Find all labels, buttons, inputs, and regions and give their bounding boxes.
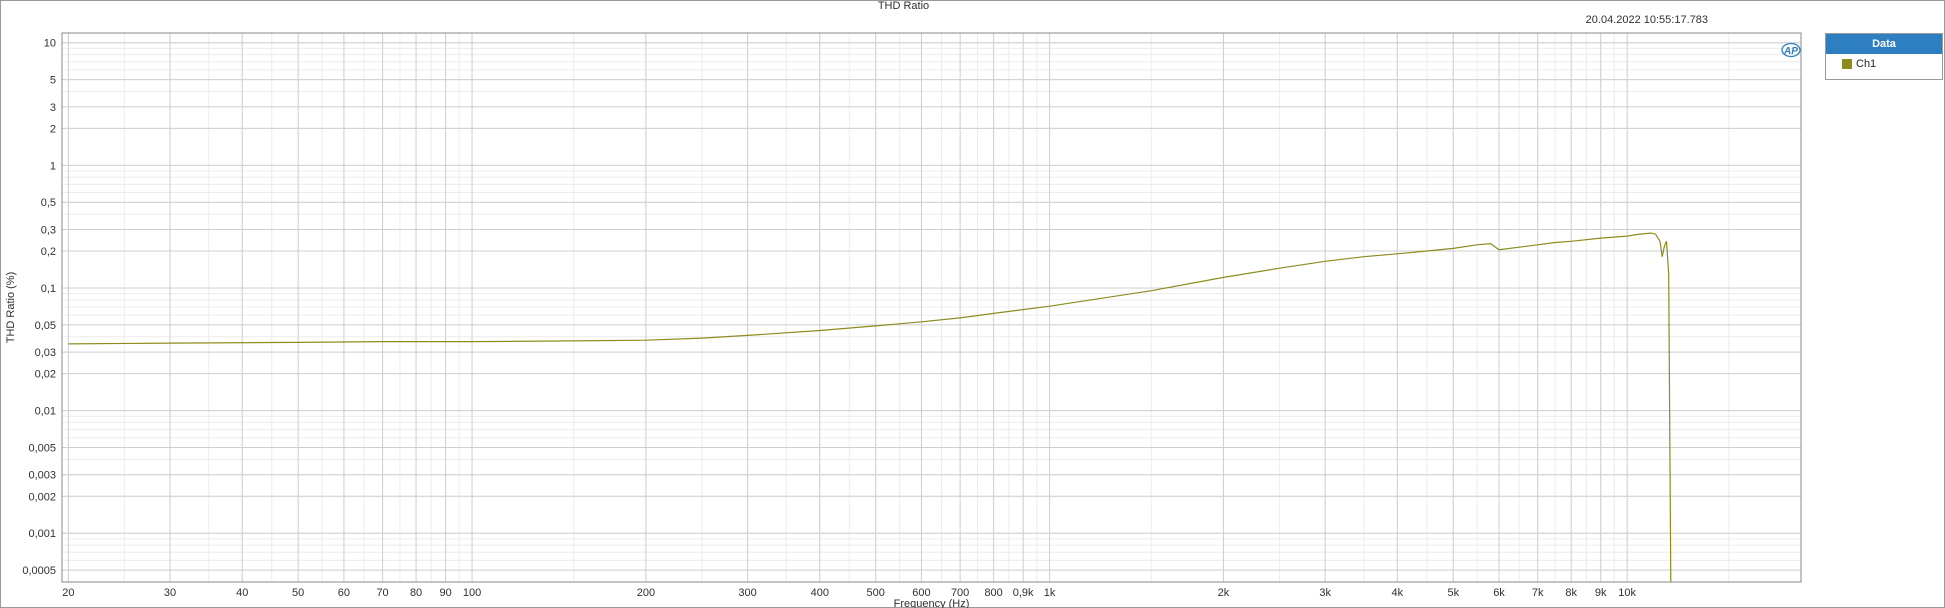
y-tick-label: 0,005 (28, 442, 56, 454)
y-tick-label: 10 (44, 38, 56, 50)
x-tick-label: 50 (292, 587, 304, 599)
y-tick-label: 1 (50, 160, 56, 172)
x-tick-label: 90 (439, 587, 451, 599)
y-tick-label: 3 (50, 102, 56, 114)
y-tick-labels: 10 5 3 2 1 0,5 0,3 0,2 0,1 0,05 0,03 0,02 0,01 0,005 0… (22, 38, 56, 577)
x-tick-label: 10k (1618, 587, 1636, 599)
y-tick-label: 2 (50, 123, 56, 135)
x-tick-label: 30 (164, 587, 176, 599)
x-tick-label: 2k (1218, 587, 1230, 599)
ap-logo-icon: AP (1781, 42, 1801, 58)
y-tick-label: 0,05 (35, 320, 56, 332)
series-line-ch1 (68, 232, 1672, 583)
y-tick-label: 0,1 (41, 283, 56, 295)
x-tick-label: 60 (338, 587, 350, 599)
x-tick-label: 300 (738, 587, 756, 599)
x-tick-label: 400 (811, 587, 829, 599)
y-tick-label: 0,2 (41, 246, 56, 258)
legend-item-label: Ch1 (1856, 58, 1877, 70)
legend-swatch (1842, 59, 1852, 69)
x-tick-label: 4k (1391, 587, 1403, 599)
y-tick-label: 0,002 (28, 491, 56, 503)
x-tick-label: 7k (1532, 587, 1544, 599)
x-tick-label: 9k (1595, 587, 1607, 599)
y-tick-label: 0,3 (41, 224, 56, 236)
series-layer (68, 232, 1672, 583)
x-tick-label: 800 (984, 587, 1002, 599)
y-tick-label: 0,001 (28, 528, 56, 540)
x-tick-label: 3k (1319, 587, 1331, 599)
y-tick-label: 0,5 (41, 197, 56, 209)
legend-item-ch1[interactable]: Ch1 (1826, 54, 1942, 74)
plot-border (61, 32, 1802, 583)
plot-area: 20 30 40 50 60 70 80 90 100 200 300 400 500 600 700 800… (5, 32, 1802, 608)
x-tick-label: 8k (1565, 587, 1577, 599)
x-tick-label: 6k (1493, 587, 1505, 599)
x-tick-label: 70 (376, 587, 388, 599)
y-tick-label: 0,03 (35, 347, 56, 359)
y-axis-label: THD Ratio (%) (5, 272, 17, 344)
y-tick-label: 5 (50, 75, 56, 87)
legend-panel: Data Ch1 (1825, 33, 1943, 80)
x-tick-label: 80 (410, 587, 422, 599)
y-tick-label: 0,0005 (22, 565, 56, 577)
x-axis-label: Frequency (Hz) (894, 598, 970, 608)
ap-logo-text: AP (1783, 46, 1798, 57)
y-tick-label: 0,02 (35, 369, 56, 381)
x-tick-label: 0,9k (1013, 587, 1034, 599)
x-tick-labels: 20 30 40 50 60 70 80 90 100 200 300 400 500 600 700 800… (62, 587, 1636, 599)
x-tick-label: 200 (637, 587, 655, 599)
x-tick-label: 1k (1044, 587, 1056, 599)
x-tick-label: 5k (1447, 587, 1459, 599)
legend-header: Data (1826, 34, 1942, 54)
grid (62, 33, 1802, 583)
x-tick-label: 40 (236, 587, 248, 599)
y-tick-label: 0,01 (35, 406, 56, 418)
y-tick-label: 0,003 (28, 470, 56, 482)
x-tick-label: 100 (463, 587, 481, 599)
x-tick-label: 20 (62, 587, 74, 599)
x-tick-label: 500 (867, 587, 885, 599)
